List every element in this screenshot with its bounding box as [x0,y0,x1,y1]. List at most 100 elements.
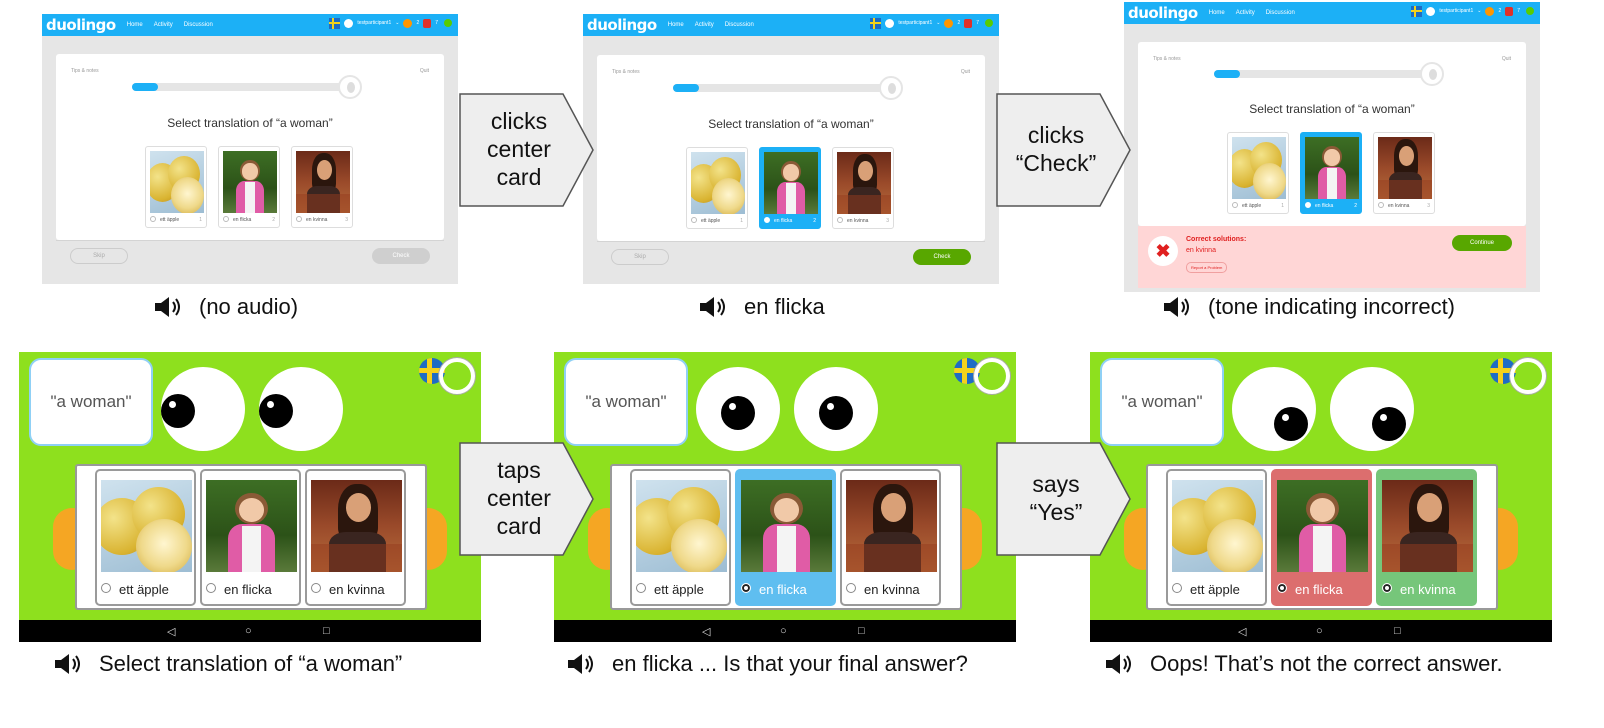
nav-link-home[interactable]: Home [668,22,684,28]
nav-user-area: testparticipant1 ⌄ 2 7 [1411,5,1536,17]
radio-button[interactable] [846,583,856,593]
quit-link[interactable]: Quit [1502,56,1511,62]
answer-label: ett äpple [1190,582,1240,597]
back-icon[interactable]: ◁ [702,625,710,638]
radio-button[interactable] [741,583,751,593]
answer-card-2[interactable]: en flicka [200,469,301,606]
radio-button[interactable] [1382,583,1392,593]
option-card-1[interactable]: ett äpple 1 [145,146,207,228]
chevron-down-icon[interactable]: ⌄ [936,20,940,26]
radio-button[interactable] [1232,202,1238,208]
arrow-clicks-center-card: clicks center card [459,93,595,207]
radio-button[interactable] [1172,583,1182,593]
duolingo-logo[interactable]: duolingo [587,16,657,34]
home-circle-icon[interactable]: ○ [780,625,787,637]
option-card-1[interactable]: ett äpple 1 [1227,132,1289,214]
pupil [721,396,755,430]
answer-card-1[interactable]: ett äpple [630,469,731,606]
answer-card-3[interactable]: en kvinna [840,469,941,606]
notification-owl-icon[interactable] [1524,5,1536,17]
radio-button[interactable] [764,217,770,223]
prompt-text: Select translation of “a woman” [167,116,333,130]
option-card-3[interactable]: en kvinna 3 [1373,132,1435,214]
web-lesson-screen: duolingo Home Activity Discussion testpartic… [42,14,458,284]
tips-notes-link[interactable]: Tips & notes [612,69,640,75]
arrow-text-line: taps [497,457,541,483]
username[interactable]: testparticipant1 [1439,8,1473,14]
radio-button[interactable] [1378,202,1384,208]
radio-button[interactable] [311,583,321,593]
username[interactable]: testparticipant1 [898,20,932,26]
swedish-flag-icon[interactable] [1411,5,1423,17]
top-nav-bar: duolingo Home Activity Discussion testpartic… [583,14,999,36]
quit-link[interactable]: Quit [961,69,970,75]
home-circle-icon[interactable]: ○ [1316,625,1323,637]
radio-button[interactable] [1277,583,1287,593]
nav-link-activity[interactable]: Activity [1236,10,1255,16]
back-icon[interactable]: ◁ [167,625,175,638]
continue-button[interactable]: Continue [1452,235,1512,251]
radio-button[interactable] [1305,202,1311,208]
answer-card-2[interactable]: en flicka [1271,469,1372,606]
radio-button[interactable] [691,217,697,223]
nav-link-activity[interactable]: Activity [695,22,714,28]
answer-card-1[interactable]: ett äpple [1166,469,1267,606]
streak-flame-icon [403,18,413,28]
nav-link-home[interactable]: Home [1209,10,1225,16]
duolingo-logo[interactable]: duolingo [46,16,116,34]
answer-card-1[interactable]: ett äpple [95,469,196,606]
avatar[interactable] [1426,6,1436,16]
radio-button[interactable] [101,583,111,593]
username[interactable]: testparticipant1 [357,20,391,26]
avatar[interactable] [885,18,895,28]
chevron-down-icon[interactable]: ⌄ [1477,8,1481,14]
radio-button[interactable] [150,216,156,222]
radio-button[interactable] [837,217,843,223]
option-card-2[interactable]: en flicka 2 [218,146,280,228]
duolingo-logo[interactable]: duolingo [1128,4,1198,22]
notification-owl-icon[interactable] [442,17,454,29]
radio-button[interactable] [206,583,216,593]
progress-ring-icon [439,358,475,394]
radio-button[interactable] [223,216,229,222]
lesson-card: Tips & notes Quit Select translation of “a… [1138,42,1526,226]
option-card-2[interactable]: en flicka 2 [1300,132,1362,214]
answer-card-2[interactable]: en flicka [735,469,836,606]
back-icon[interactable]: ◁ [1238,625,1246,638]
nav-link-activity[interactable]: Activity [154,22,173,28]
tips-notes-link[interactable]: Tips & notes [1153,56,1181,62]
check-button[interactable]: Check [372,248,430,264]
tips-notes-link[interactable]: Tips & notes [71,68,99,74]
option-card-2[interactable]: en flicka 2 [759,147,821,229]
answer-card-3[interactable]: en kvinna [305,469,406,606]
radio-button[interactable] [296,216,302,222]
option-card-3[interactable]: en kvinna 3 [291,146,353,228]
notification-owl-icon[interactable] [983,17,995,29]
swedish-flag-icon[interactable] [329,17,341,29]
avatar[interactable] [344,18,354,28]
nav-link-home[interactable]: Home [127,22,143,28]
option-card-1[interactable]: ett äpple 1 [686,147,748,229]
apple-image [636,480,727,572]
quit-link[interactable]: Quit [420,68,429,74]
answer-card-3[interactable]: en kvinna [1376,469,1477,606]
skip-button[interactable]: Skip [70,248,128,264]
check-button[interactable]: Check [913,249,971,265]
swedish-flag-icon[interactable] [870,17,882,29]
nav-link-discussion[interactable]: Discussion [184,22,213,28]
home-circle-icon[interactable]: ○ [245,625,252,637]
option-card-3[interactable]: en kvinna 3 [832,147,894,229]
nav-link-discussion[interactable]: Discussion [725,22,754,28]
chevron-down-icon[interactable]: ⌄ [395,20,399,26]
skip-button[interactable]: Skip [611,249,669,265]
recent-apps-icon[interactable]: □ [858,625,865,637]
recent-apps-icon[interactable]: □ [1394,625,1401,637]
gem-count: 7 [976,20,979,26]
radio-button[interactable] [636,583,646,593]
answer-label: en kvinna [1400,582,1456,597]
report-problem-button[interactable]: Report a Problem [1186,262,1228,273]
recent-apps-icon[interactable]: □ [323,625,330,637]
nav-link-discussion[interactable]: Discussion [1266,10,1295,16]
caption-text: en flicka [744,294,825,319]
woman-image [837,152,891,214]
